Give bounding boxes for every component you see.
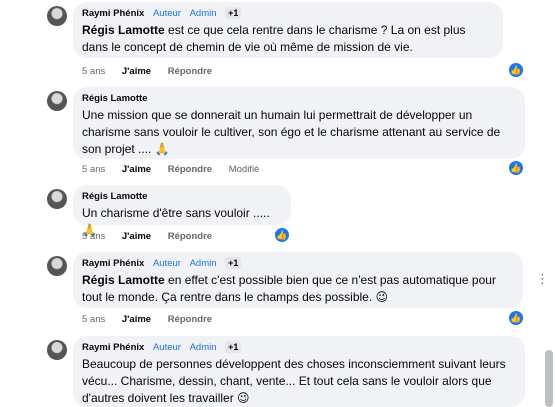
like-button[interactable]: J'aime <box>122 231 151 242</box>
author-name[interactable]: Raymi Phénix <box>82 342 144 353</box>
extra-badge[interactable]: +1 <box>225 341 242 353</box>
author-name[interactable]: Régis Lamotte <box>82 93 147 104</box>
like-button[interactable]: J'aime <box>122 66 151 77</box>
thumbs-up-icon[interactable]: 👍 <box>509 161 523 175</box>
admin-badge: Admin <box>189 342 217 353</box>
scrollbar[interactable] <box>545 350 553 407</box>
comment-actions: 5 ans J'aime Répondre <box>82 314 226 325</box>
avatar[interactable] <box>47 91 67 111</box>
comment-bubble: Raymi Phénix Auteur Admin +1 Régis Lamot… <box>73 252 523 308</box>
comment-text: Régis Lamotte en effet c'est possible bi… <box>82 273 496 304</box>
like-button[interactable]: J'aime <box>122 314 151 325</box>
admin-badge: Admin <box>189 258 217 269</box>
author-badge: Auteur <box>152 342 181 353</box>
comment-actions: 5 ans J'aime Répondre <box>82 231 226 242</box>
thumbs-up-icon[interactable]: 👍 <box>509 311 523 325</box>
reply-button[interactable]: Répondre <box>168 66 212 77</box>
avatar[interactable] <box>47 6 67 26</box>
author-name[interactable]: Raymi Phénix <box>82 258 144 269</box>
comment-bubble: Régis Lamotte Une mission que se donnera… <box>73 87 525 159</box>
reply-button[interactable]: Répondre <box>168 314 212 325</box>
edited-label[interactable]: Modifié <box>229 164 260 175</box>
comment-text: Une mission que se donnerait un humain l… <box>82 108 501 156</box>
author-badge: Auteur <box>152 8 181 19</box>
thumbs-up-icon[interactable]: 👍 <box>509 63 523 77</box>
like-button[interactable]: J'aime <box>122 164 151 175</box>
comment-text: Régis Lamotte est ce que cela rentre dan… <box>82 23 466 54</box>
comment-bubble: Raymi Phénix Auteur Admin +1 Beaucoup de… <box>73 336 525 407</box>
admin-badge: Admin <box>189 8 217 19</box>
author-name[interactable]: Raymi Phénix <box>82 8 144 19</box>
comment-bubble: Raymi Phénix Auteur Admin +1 Régis Lamot… <box>73 2 503 58</box>
extra-badge[interactable]: +1 <box>225 7 242 19</box>
timestamp[interactable]: 5 ans <box>82 164 105 175</box>
mention-link[interactable]: Régis Lamotte <box>82 273 165 287</box>
author-name[interactable]: Régis Lamotte <box>82 191 147 202</box>
comment-actions: 5 ans J'aime Répondre <box>82 66 226 77</box>
extra-badge[interactable]: +1 <box>225 257 242 269</box>
avatar[interactable] <box>47 256 67 276</box>
comment-actions: 5 ans J'aime Répondre Modifié <box>82 164 273 175</box>
avatar[interactable] <box>47 189 67 209</box>
comment-bubble: Régis Lamotte Un charisme d'être sans vo… <box>73 185 291 237</box>
timestamp[interactable]: 5 ans <box>82 314 105 325</box>
reply-button[interactable]: Répondre <box>168 164 212 175</box>
timestamp[interactable]: 5 ans <box>82 231 105 242</box>
more-options-icon[interactable]: ⋮ <box>536 271 549 287</box>
author-badge: Auteur <box>152 258 181 269</box>
avatar[interactable] <box>47 340 67 360</box>
comment-text: Beaucoup de personnes développent des ch… <box>82 357 506 405</box>
timestamp[interactable]: 5 ans <box>82 66 105 77</box>
mention-link[interactable]: Régis Lamotte <box>82 23 165 37</box>
reply-button[interactable]: Répondre <box>168 231 212 242</box>
thumbs-up-icon[interactable]: 👍 <box>275 228 289 242</box>
